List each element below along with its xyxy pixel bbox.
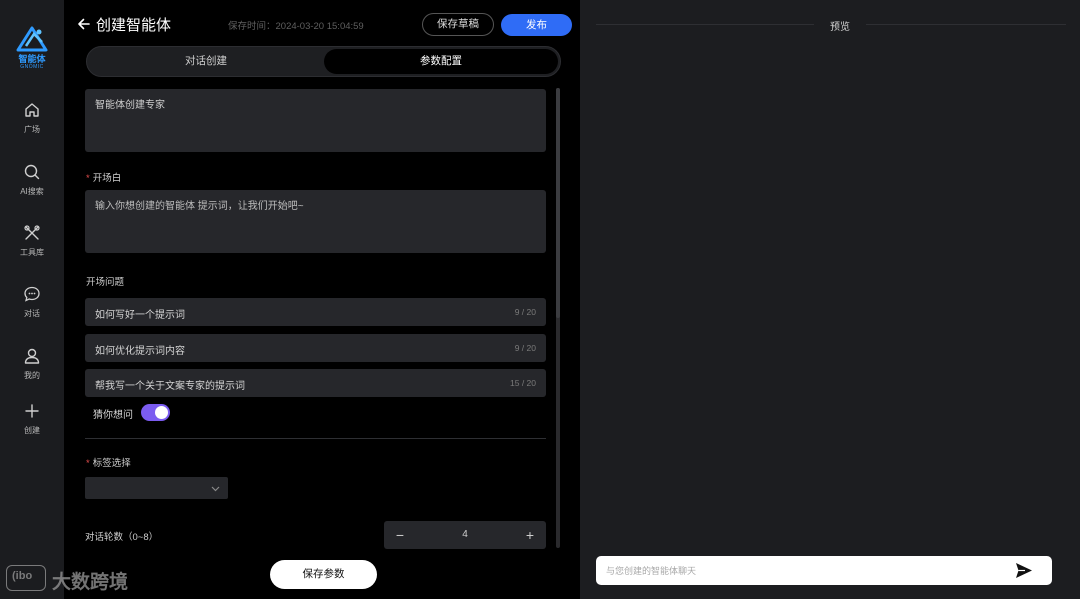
config-panel: 创建智能体 保存时间：2024-03-20 15:04:59 保存草稿 发布 对… xyxy=(64,0,580,599)
opening-label: * 开场白 xyxy=(86,170,121,184)
guess-toggle[interactable] xyxy=(141,404,170,421)
question-text: 如何优化提示词内容 xyxy=(95,346,185,357)
tab-param-config[interactable]: 参数配置 xyxy=(324,49,558,74)
mode-tabs: 对话创建 参数配置 xyxy=(86,46,561,77)
save-params-button[interactable]: 保存参数 xyxy=(270,560,377,589)
nav-item-chat[interactable]: 对话 xyxy=(0,285,64,329)
tag-label: * 标签选择 xyxy=(86,455,131,469)
char-count: 9 / 20 xyxy=(514,307,536,317)
question-text: 如何写好一个提示词 xyxy=(95,310,185,321)
home-icon xyxy=(25,103,39,117)
search-icon xyxy=(24,164,40,180)
opening-textarea[interactable]: 输入你想创建的智能体 提示词，让我们开始吧~ xyxy=(85,190,546,253)
nav-item-tools[interactable]: 工具库 xyxy=(0,224,64,268)
questions-label: 开场问题 xyxy=(86,277,125,288)
nav-item-label: 创建 xyxy=(24,426,40,435)
tag-select[interactable] xyxy=(85,477,228,499)
question-text: 帮我写一个关于文案专家的提示词 xyxy=(95,381,245,392)
tab-dialog-create[interactable]: 对话创建 xyxy=(89,49,323,74)
toggle-knob xyxy=(155,406,168,419)
increment-button[interactable]: + xyxy=(515,521,545,549)
watermark-text: 大数跨境 xyxy=(52,572,129,593)
nav-item-square[interactable]: 广场 xyxy=(0,101,64,145)
nav-item-mine[interactable]: 我的 xyxy=(0,347,64,391)
chat-input-box xyxy=(596,556,1052,585)
preview-panel: 预览 xyxy=(580,0,1080,599)
nav-item-label: 广场 xyxy=(24,125,40,134)
char-count: 15 / 20 xyxy=(510,378,536,388)
decrement-button[interactable]: − xyxy=(385,521,415,549)
divider xyxy=(85,438,546,439)
opening-label-text: 开场白 xyxy=(92,173,122,184)
send-icon[interactable] xyxy=(1015,562,1033,579)
back-arrow-icon[interactable] xyxy=(76,16,92,32)
logo-icon xyxy=(16,26,48,52)
left-nav: 智能体 GNOMIC 广场 AI搜索 工具库 对话 我的 创建 xyxy=(0,0,64,599)
rounds-value[interactable]: 4 xyxy=(414,521,516,549)
required-mark: * xyxy=(86,458,90,469)
question-input[interactable]: 如何写好一个提示词 9 / 20 xyxy=(85,298,546,326)
watermark-logo: (ibo xyxy=(6,565,46,591)
chat-icon xyxy=(24,286,40,302)
guess-label: 猜你想问 xyxy=(93,410,133,421)
question-input[interactable]: 如何优化提示词内容 9 / 20 xyxy=(85,334,546,362)
tag-label-text: 标签选择 xyxy=(92,458,131,469)
chat-input[interactable] xyxy=(606,563,996,578)
preview-title: 预览 xyxy=(830,22,850,33)
nav-item-ai-search[interactable]: AI搜索 xyxy=(0,163,64,207)
nav-item-label: 工具库 xyxy=(20,248,44,257)
save-time: 保存时间：2024-03-20 15:04:59 xyxy=(228,21,364,32)
rounds-stepper: − 4 + xyxy=(384,521,546,549)
scrollbar[interactable] xyxy=(556,88,560,548)
brand-name: 智能体 xyxy=(18,54,46,64)
user-icon xyxy=(24,348,40,364)
scrollbar-thumb[interactable] xyxy=(556,88,560,318)
nav-item-create[interactable]: 创建 xyxy=(0,402,64,446)
nav-item-label: 对话 xyxy=(24,309,40,318)
tools-icon xyxy=(24,225,40,240)
question-input[interactable]: 帮我写一个关于文案专家的提示词 15 / 20 xyxy=(85,369,546,397)
watermark-logo-text: (ibo xyxy=(12,570,33,582)
char-count: 9 / 20 xyxy=(514,343,536,353)
rounds-label: 对话轮数（0~8） xyxy=(85,532,159,543)
nav-item-label: AI搜索 xyxy=(20,187,44,196)
app-logo[interactable]: 智能体 GNOMIC xyxy=(12,24,52,72)
brand-subtitle: GNOMIC xyxy=(20,64,44,70)
chevron-down-icon xyxy=(211,486,220,492)
page-title: 创建智能体 xyxy=(96,17,172,34)
divider xyxy=(596,24,814,25)
description-textarea[interactable]: 智能体创建专家 xyxy=(85,89,546,152)
plus-icon xyxy=(25,404,39,418)
divider xyxy=(866,24,1066,25)
nav-item-label: 我的 xyxy=(24,371,40,380)
watermark: (ibo 大数跨境 xyxy=(6,565,146,593)
save-draft-button[interactable]: 保存草稿 xyxy=(422,13,494,36)
required-mark: * xyxy=(86,173,90,184)
publish-button[interactable]: 发布 xyxy=(501,14,572,36)
